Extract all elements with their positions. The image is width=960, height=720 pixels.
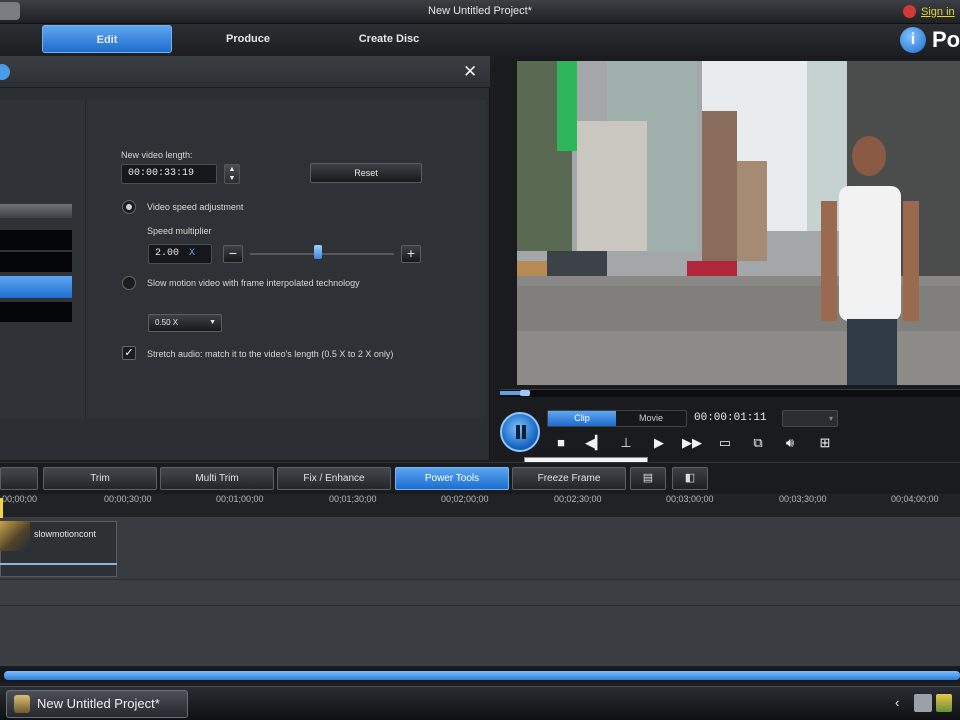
ruler-tick: 00;02;30;00 — [554, 494, 602, 504]
freeze-frame-button[interactable]: Freeze Frame — [512, 467, 626, 490]
sign-in-link[interactable]: Sign in — [921, 6, 955, 18]
pause-icon — [514, 425, 528, 439]
length-spinner[interactable]: ▲ ▼ — [224, 164, 240, 184]
window-title: New Untitled Project* — [428, 5, 532, 17]
info-icon[interactable]: i — [900, 27, 926, 53]
video-preview[interactable] — [517, 61, 960, 385]
tool-button-left[interactable] — [0, 467, 38, 490]
video-track[interactable] — [0, 518, 960, 580]
speed-multiplier-unit: X — [189, 248, 196, 259]
decrease-speed-button[interactable]: − — [223, 245, 243, 263]
list-item[interactable] — [0, 230, 72, 250]
snapshot-icon[interactable]: ▭ — [716, 434, 734, 452]
clip-toggle[interactable]: Clip — [548, 411, 616, 426]
ruler-tick: 00;02;00;00 — [441, 494, 489, 504]
speed-multiplier-value: 2.00 — [155, 248, 180, 259]
undock-icon[interactable]: ⧉ — [749, 434, 767, 452]
display-mode-icon[interactable]: ⊞ — [815, 434, 835, 452]
increase-speed-button[interactable]: + — [401, 245, 421, 263]
stretch-audio-label: Stretch audio: match it to the video's l… — [147, 349, 394, 359]
list-item[interactable] — [0, 204, 72, 218]
audio-tools-icon[interactable]: ◧ — [672, 467, 708, 490]
more-tools-icon[interactable]: ▤ — [630, 467, 666, 490]
scrub-handle[interactable] — [520, 390, 530, 396]
speed-multiplier-field[interactable]: 2.00 X — [148, 244, 212, 264]
title-bar: New Untitled Project* Sign in — [0, 0, 960, 24]
speed-adjust-radio[interactable] — [122, 200, 136, 214]
close-icon[interactable]: ✕ — [463, 62, 477, 82]
mode-bar: Edit Produce Create Disc — [0, 24, 960, 56]
taskbar-item-label: New Untitled Project* — [37, 696, 160, 711]
tool-list — [0, 100, 86, 418]
new-length-label: New video length: — [121, 150, 193, 160]
timeline-scrollbar-thumb[interactable] — [4, 671, 960, 680]
brand-logo: Po — [932, 27, 960, 52]
reset-button[interactable]: Reset — [310, 163, 422, 183]
ruler-tick: 00;04;00;00 — [891, 494, 939, 504]
stretch-audio-checkbox[interactable]: ✓ — [122, 346, 136, 360]
tab-edit[interactable]: Edit — [42, 25, 172, 53]
time-format-dropdown[interactable]: ▾ — [782, 410, 838, 427]
stop-icon[interactable]: ■ — [552, 434, 570, 452]
ruler-tick: 00;01;00;00 — [216, 494, 264, 504]
tray-expand-icon[interactable]: ‹ — [895, 695, 899, 710]
speed-adjust-label: Video speed adjustment — [147, 202, 244, 212]
tab-produce[interactable]: Produce — [183, 25, 313, 53]
help-icon[interactable] — [0, 64, 10, 80]
list-item-selected[interactable] — [0, 276, 72, 298]
timecode-display: 00:00:01:11 — [694, 412, 767, 424]
effect-track[interactable] — [0, 580, 960, 606]
speed-slider-handle[interactable] — [313, 245, 322, 259]
new-length-field[interactable]: 00:00:33:19 — [121, 164, 217, 184]
multi-trim-button[interactable]: Multi Trim — [160, 467, 274, 490]
ruler-tick: 00;03;30;00 — [779, 494, 827, 504]
video-frame-image — [517, 61, 960, 385]
power-tools-button[interactable]: Power Tools — [395, 467, 509, 490]
ruler-tick: 00;00;00 — [2, 494, 38, 504]
slowmo-label: Slow motion video with frame interpolate… — [147, 278, 360, 288]
next-frame-icon[interactable]: ▶ — [650, 434, 668, 452]
app-taskbar-icon — [14, 695, 30, 713]
volume-icon[interactable]: 🔊︎ — [781, 434, 799, 452]
ruler-tick: 00;00;30;00 — [104, 494, 152, 504]
tab-create-disc[interactable]: Create Disc — [324, 25, 454, 53]
split-icon[interactable]: ⊥ — [617, 434, 635, 452]
ruler-tick: 00;03;00;00 — [666, 494, 714, 504]
clip-name: slowmotioncont — [34, 529, 97, 539]
scrub-track[interactable] — [500, 389, 960, 397]
fix-enhance-button[interactable]: Fix / Enhance — [277, 467, 391, 490]
close-circle-icon[interactable] — [903, 5, 916, 18]
speed-slider-track[interactable] — [250, 253, 394, 255]
playhead[interactable] — [0, 498, 3, 520]
pause-button[interactable] — [500, 412, 540, 452]
ruler-tick: 00;01;30;00 — [329, 494, 377, 504]
chevron-down-icon: ▼ — [209, 319, 216, 326]
fast-forward-icon[interactable]: ▶▶ — [681, 434, 703, 452]
list-item[interactable] — [0, 302, 72, 322]
speed-multiplier-label: Speed multiplier — [147, 226, 212, 236]
previous-frame-icon[interactable]: ◀▎ — [585, 434, 605, 452]
list-item[interactable] — [0, 252, 72, 272]
clip-audio-line — [0, 563, 117, 565]
slowmo-value: 0.50 X — [155, 318, 179, 327]
settings-area — [86, 100, 486, 418]
movie-toggle[interactable]: Movie — [616, 411, 686, 426]
panel-header: ✕ — [0, 56, 490, 88]
tray-network-icon[interactable] — [914, 694, 932, 712]
tray-security-icon[interactable] — [936, 694, 952, 712]
slowmo-dropdown[interactable]: 0.50 X ▼ — [148, 314, 222, 332]
chevron-down-icon: ▾ — [828, 414, 833, 423]
slowmo-radio[interactable] — [122, 276, 136, 290]
power-tools-panel: ✕ New video length: 00:00:33:19 ▲ ▼ Reset… — [0, 56, 490, 460]
audio-track[interactable] — [0, 606, 960, 666]
trim-button[interactable]: Trim — [43, 467, 157, 490]
clip-thumbnail — [0, 521, 30, 551]
